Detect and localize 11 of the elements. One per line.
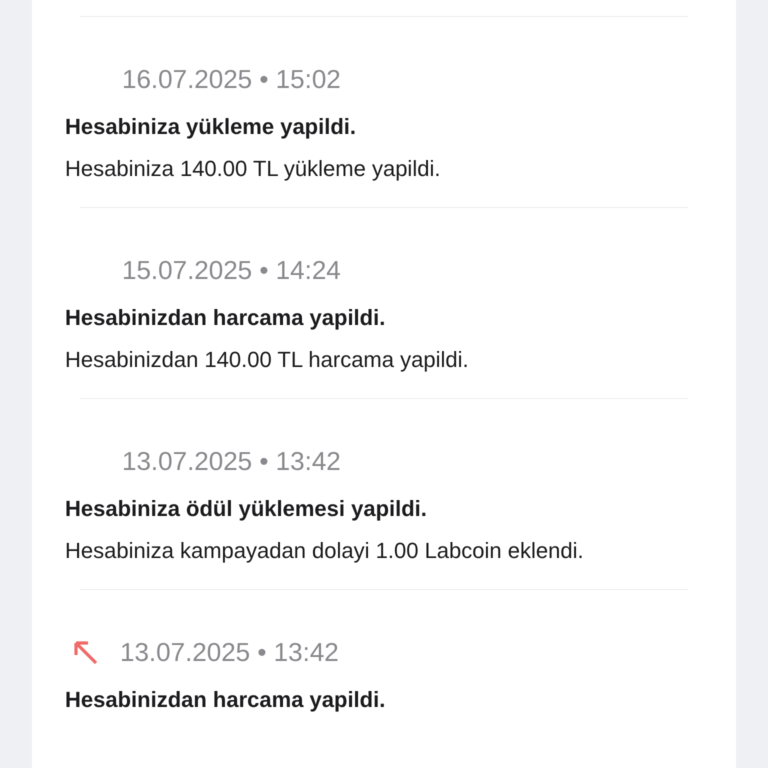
notification-title: Hesabinizdan harcama yapildi. [65,686,386,714]
notification-title: Hesabiniza yükleme yapildi. [65,113,358,141]
notification-title: Hesabiniza ödül yüklemesi yapildi. [65,495,428,523]
notification-message: Hesabinizdan 140.00 TL harcama yapildi. [65,346,470,374]
notification-date: 13.07.2025 • 13:42 [120,636,339,668]
notification-message: Hesabiniza kampayadan dolayi 1.00 Labcoin eklendi. [65,537,585,565]
notification-message: Hesabiniza 140.00 TL yükleme yapildi. [65,155,442,183]
notification-date: 16.07.2025 • 15:02 [121,62,341,96]
notification-title: Hesabinizdan harcama yapildi. [65,304,386,332]
notification-date: 15.07.2025 • 14:24 [121,254,341,286]
notification-date: 13.07.2025 • 13:42 [121,444,341,478]
